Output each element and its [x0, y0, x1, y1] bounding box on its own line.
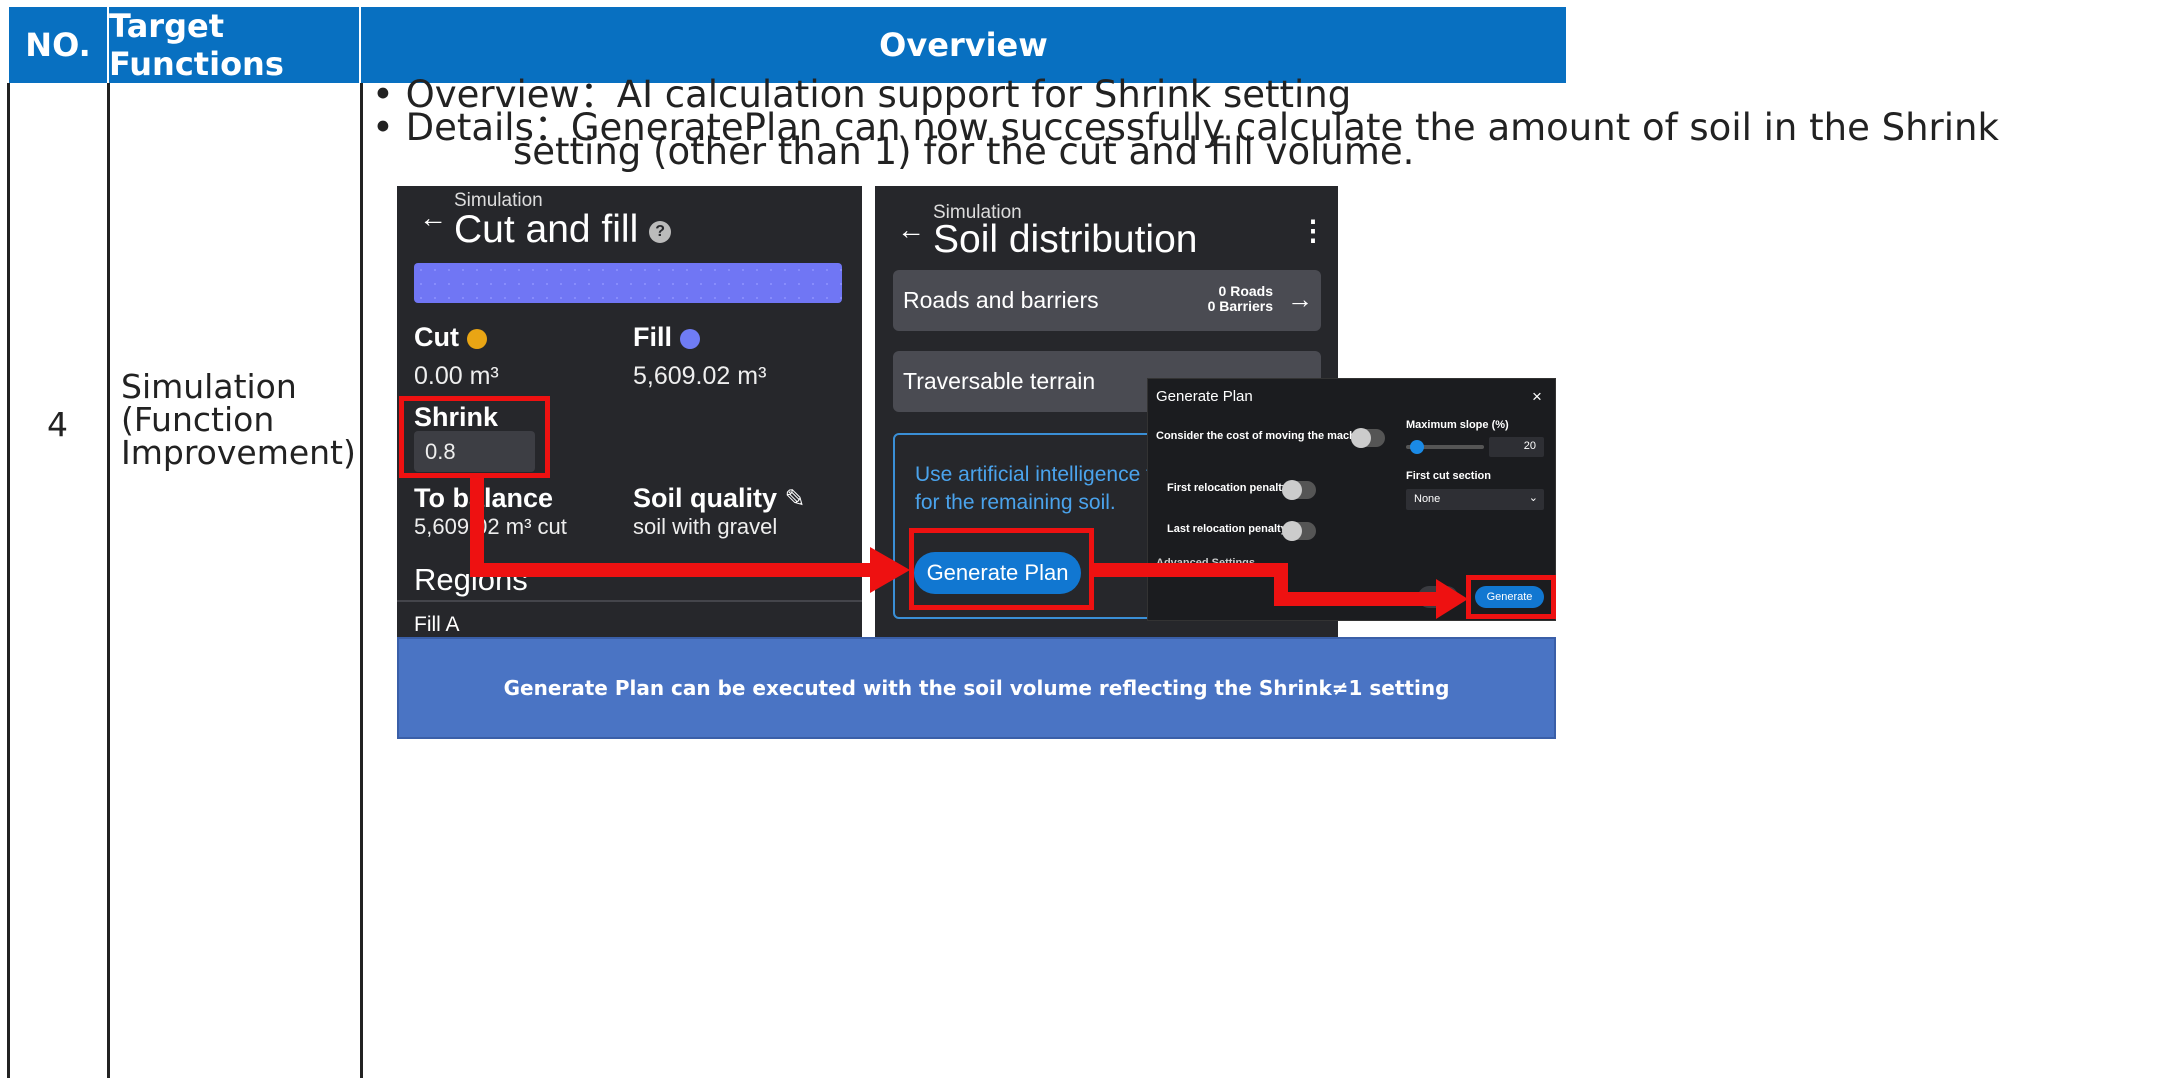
roads-label: Roads and barriers	[903, 287, 1099, 313]
caption-text: Generate Plan can be executed with the s…	[503, 676, 1450, 700]
more-vert-icon[interactable]: ⋮	[1299, 214, 1327, 247]
chevron-down-icon: ⌄	[1528, 492, 1538, 504]
first-penalty-label: First relocation penalty	[1167, 482, 1289, 494]
caption-banner: Generate Plan can be executed with the s…	[397, 637, 1556, 739]
terrain-label: Traversable terrain	[903, 368, 1096, 394]
header-no: NO.	[9, 7, 109, 83]
function-line-2: (Function	[121, 400, 275, 439]
shrink-highlight-box	[399, 396, 550, 478]
slider-thumb[interactable]	[1410, 440, 1424, 454]
generate-highlight-box	[1466, 575, 1556, 619]
fill-label: Fill	[633, 322, 700, 353]
volume-bar	[414, 263, 842, 303]
barriers-count: 0 Barriers	[1207, 298, 1273, 314]
first-penalty-toggle[interactable]	[1282, 480, 1316, 500]
edit-pencil-icon[interactable]: ✎	[785, 485, 806, 513]
soil-quality-value: soil with gravel	[633, 514, 778, 539]
first-cut-value: None	[1414, 493, 1441, 505]
page-title: Soil distribution	[933, 218, 1198, 261]
fill-label-text: Fill	[633, 322, 672, 352]
region-list-item[interactable]: Fill A	[414, 613, 460, 637]
arrow-right-icon: →	[1287, 284, 1313, 314]
target-function-text: Simulation (Function Improvement)	[121, 370, 356, 469]
consider-cost-label: Consider the cost of moving the machine	[1156, 430, 1372, 442]
first-cut-select[interactable]: None ⌄	[1406, 489, 1544, 510]
arrow-1-vertical	[470, 476, 484, 577]
regions-divider	[397, 600, 862, 602]
arrow-1-head	[870, 547, 910, 593]
back-arrow-icon[interactable]: ←	[897, 214, 925, 246]
last-penalty-label: Last relocation penalty	[1167, 523, 1287, 535]
row-number: 4	[47, 405, 68, 444]
page-title: Cut and fill ?	[454, 208, 672, 252]
soil-quality-label-text: Soil quality	[633, 483, 778, 513]
cut-value: 0.00 m³	[414, 362, 499, 390]
table-border-left	[7, 83, 10, 1078]
ai-info-text-2: for the remaining soil.	[915, 491, 1116, 514]
max-slope-label: Maximum slope (%)	[1406, 419, 1509, 431]
roads-and-barriers-card[interactable]: Roads and barriers 0 Roads 0 Barriers →	[893, 270, 1321, 331]
function-line-3: Improvement)	[121, 433, 356, 472]
arrow-2-horizontal-b	[1274, 592, 1438, 606]
first-cut-label: First cut section	[1406, 470, 1491, 482]
roads-count: 0 Roads	[1218, 283, 1273, 299]
max-slope-slider[interactable]	[1406, 440, 1484, 454]
fill-color-dot-icon	[679, 328, 700, 349]
dialog-title: Generate Plan	[1156, 388, 1253, 405]
function-line-1: Simulation	[121, 367, 297, 406]
last-penalty-toggle[interactable]	[1282, 521, 1316, 541]
help-icon[interactable]: ?	[649, 220, 672, 243]
back-arrow-icon[interactable]: ←	[419, 202, 447, 234]
ai-info-text-1: Use artificial intelligence to	[915, 463, 1164, 486]
generate-plan-highlight-box	[909, 528, 1094, 610]
details-bullet-continued: setting (other than 1) for the cut and f…	[513, 130, 1415, 173]
page-title-text: Cut and fill	[454, 208, 639, 251]
soil-quality-label: Soil quality ✎	[633, 483, 806, 514]
cut-label-text: Cut	[414, 322, 459, 352]
max-slope-input[interactable]: 20	[1489, 437, 1544, 457]
fill-value: 5,609.02 m³	[633, 362, 767, 390]
arrow-2-horizontal-a	[1094, 563, 1284, 577]
table-border-col1	[107, 83, 110, 1078]
cut-color-dot-icon	[466, 328, 487, 349]
cut-label: Cut	[414, 322, 487, 353]
max-slope-value: 20	[1523, 440, 1536, 452]
close-icon[interactable]: ×	[1532, 387, 1542, 407]
arrow-2-head	[1436, 579, 1468, 619]
header-target-functions: Target Functions	[109, 7, 361, 83]
table-border-col2	[360, 83, 363, 1078]
consider-cost-toggle[interactable]	[1351, 428, 1385, 448]
roads-counts: 0 Roads 0 Barriers	[1203, 284, 1273, 314]
arrow-1-horizontal	[470, 563, 872, 577]
to-balance-value: 5,609.02 m³ cut	[414, 514, 567, 539]
